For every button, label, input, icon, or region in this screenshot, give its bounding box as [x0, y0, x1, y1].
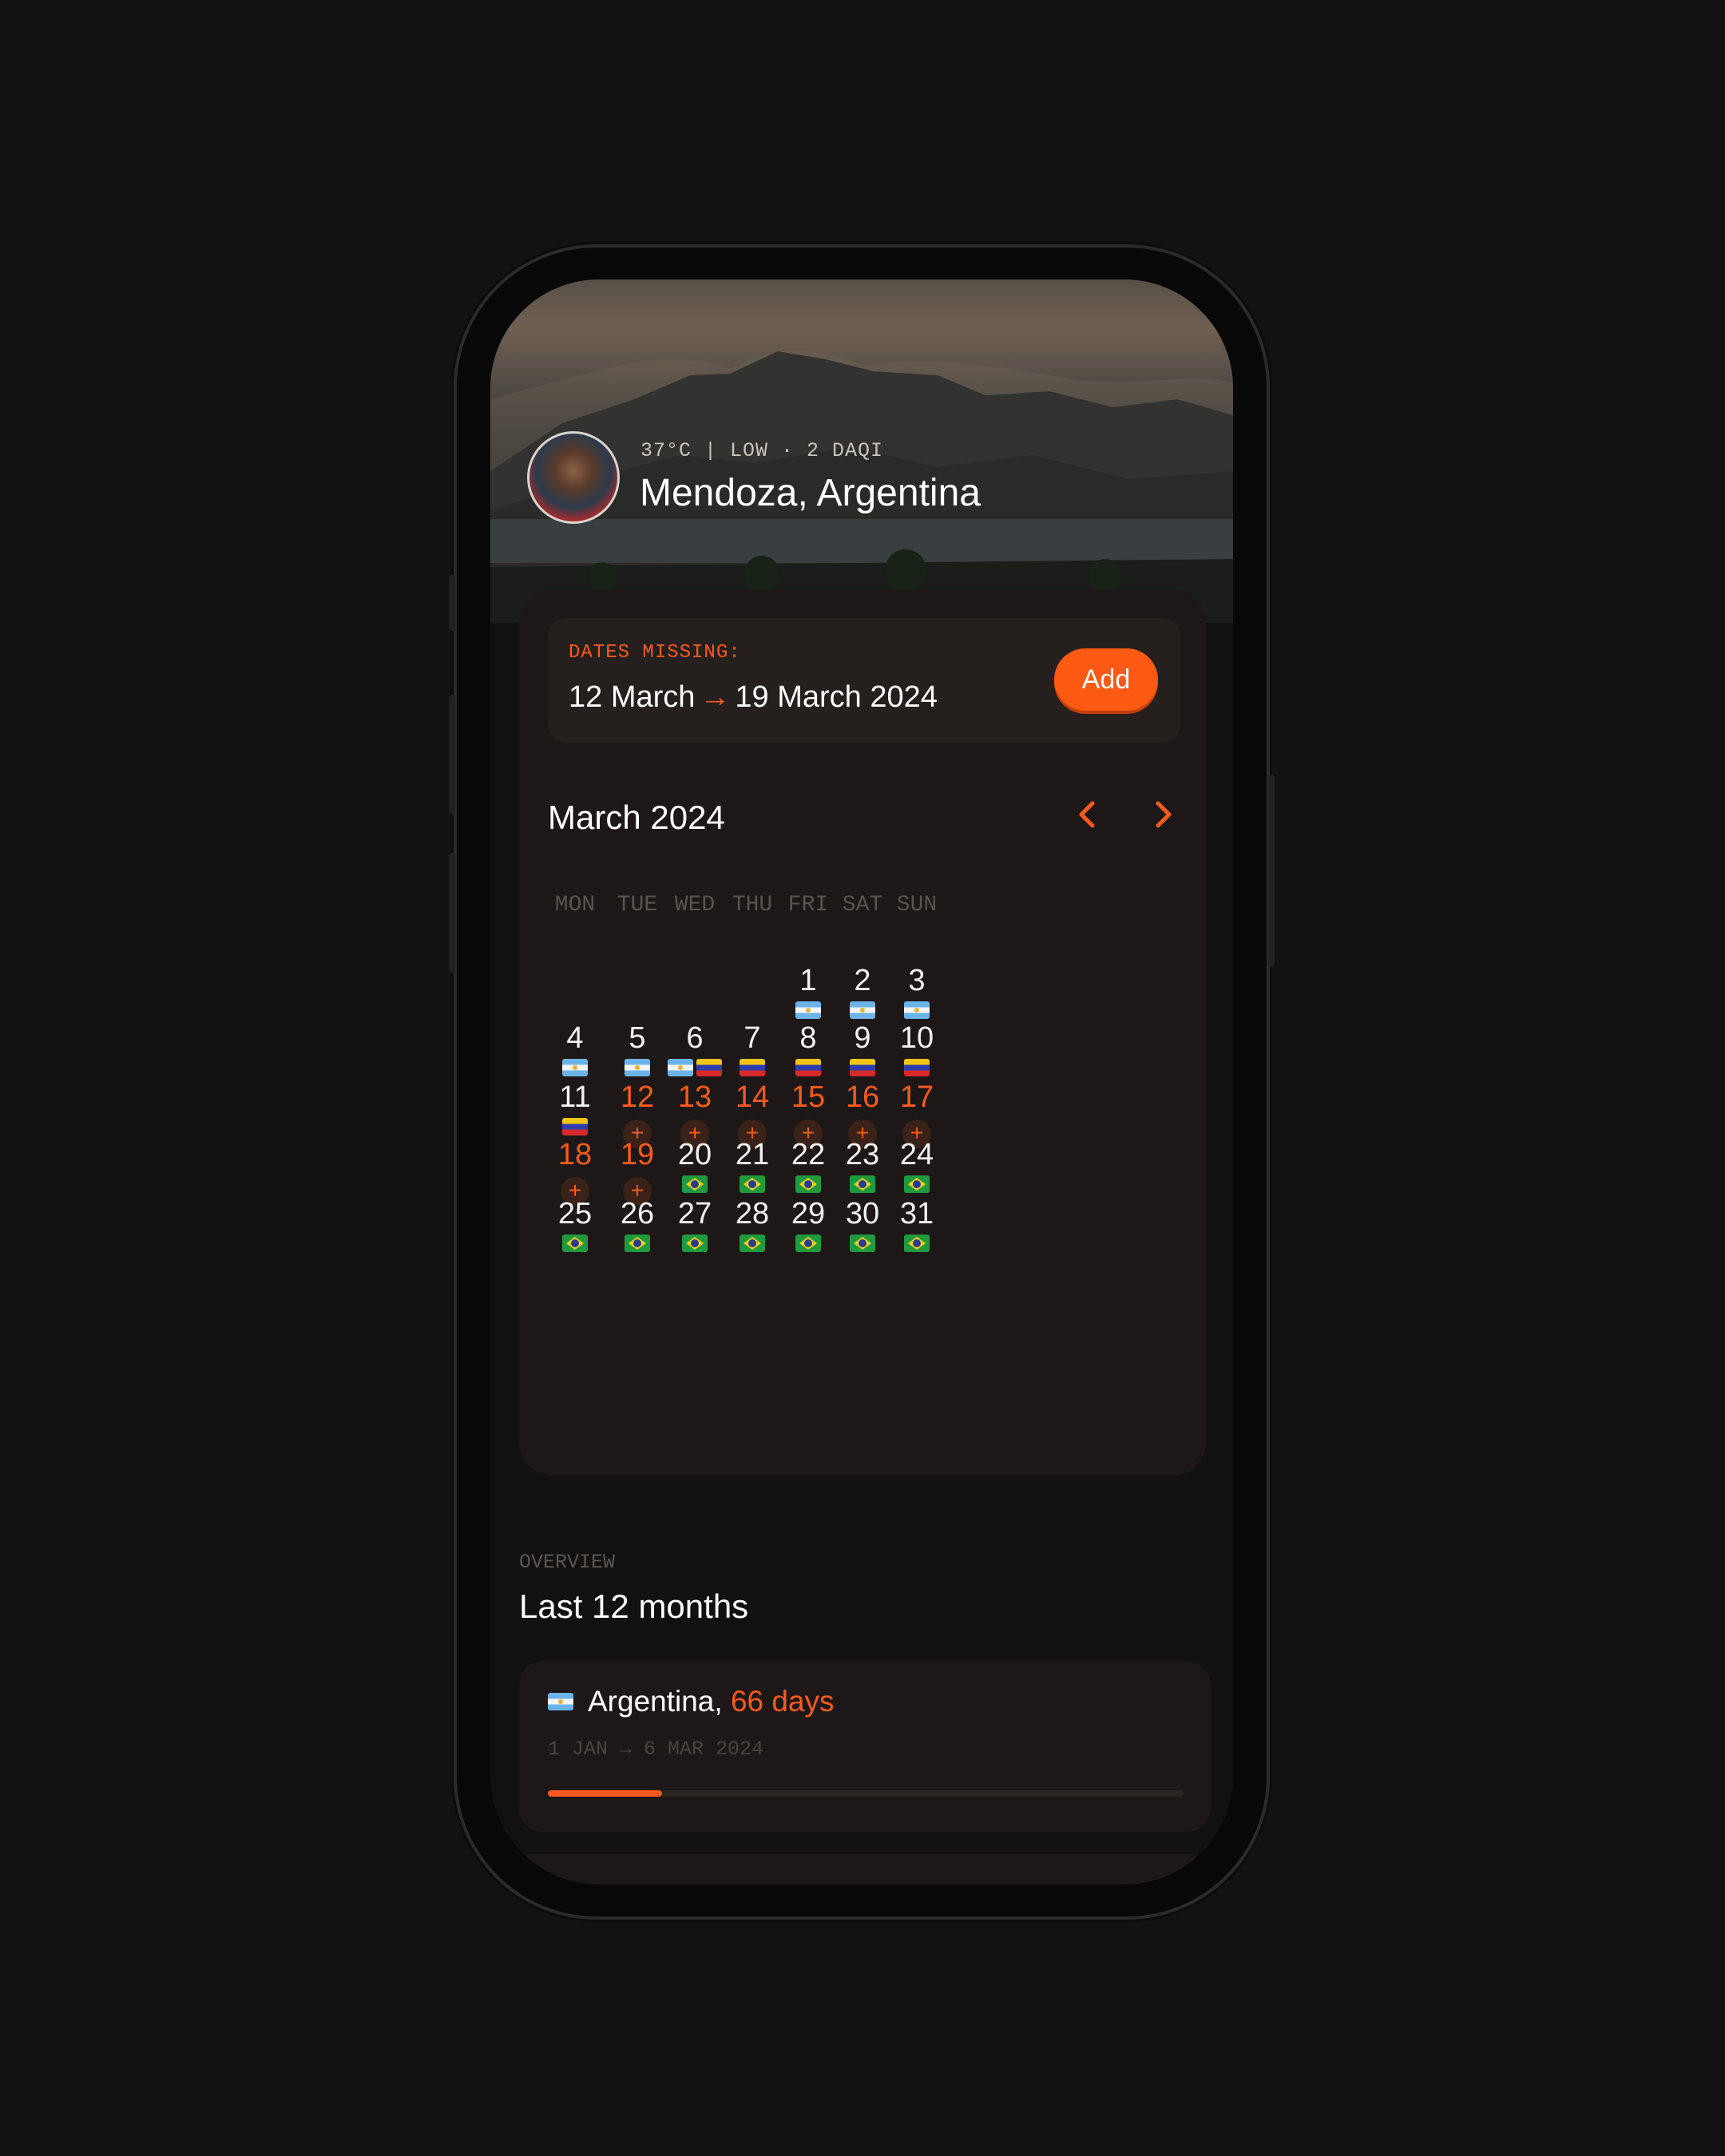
argentina-flag-icon: [668, 1059, 693, 1076]
venezuela-flag-icon: [795, 1059, 821, 1076]
venezuela-flag-icon: [904, 1059, 930, 1076]
brazil-flag-icon: [562, 1235, 588, 1252]
brazil-flag-icon: [795, 1235, 821, 1252]
arrow-right-icon: →: [700, 680, 731, 714]
calendar-day-24[interactable]: 24: [877, 1135, 957, 1193]
app-screen: 37°C | LOW · 2 DAQI Mendoza, Argentina D…: [490, 279, 1233, 1885]
missing-dates-label: DATES MISSING:: [569, 642, 741, 664]
phone-frame: 37°C | LOW · 2 DAQI Mendoza, Argentina D…: [449, 248, 1275, 1916]
overview-title: Last 12 months: [519, 1587, 749, 1625]
next-month-button[interactable]: [1139, 791, 1187, 838]
country-days: 66 days: [730, 1685, 835, 1718]
day-country-flags: [877, 1175, 957, 1193]
country-progress-fill: [548, 1790, 663, 1797]
brazil-flag-icon: [850, 1235, 875, 1252]
weekday-sun: SUN: [896, 893, 938, 917]
day-number: 17: [899, 1080, 934, 1114]
chevron-right-icon: [1156, 801, 1172, 828]
argentina-flag-icon: [904, 1001, 930, 1019]
next-country-card: [506, 1854, 1217, 1885]
argentina-flag-icon: [562, 1059, 588, 1076]
calendar-card: DATES MISSING: 12 March → 19 March 2024 Ad…: [519, 589, 1206, 1476]
day-number: 24: [899, 1138, 934, 1171]
day-country-flags: [877, 1001, 957, 1019]
venezuela-flag-icon: [740, 1059, 765, 1076]
missing-dates-range: 12 March → 19 March 2024: [569, 680, 938, 715]
overview-label: OVERVIEW: [519, 1551, 616, 1574]
user-avatar[interactable]: [527, 431, 620, 524]
venezuela-flag-icon: [562, 1118, 588, 1135]
missing-end-date: 19 March 2024: [735, 680, 938, 714]
brazil-flag-icon: [682, 1175, 708, 1193]
country-label: Argentina,: [588, 1685, 723, 1718]
country-summary-card[interactable]: Argentina, 66 days 1 JAN → 6 MAR 2024: [519, 1661, 1211, 1832]
brazil-flag-icon: [625, 1235, 650, 1252]
calendar-month-title: March 2024: [548, 799, 725, 836]
venezuela-flag-icon: [850, 1059, 875, 1076]
calendar-day-10[interactable]: 10: [877, 1019, 957, 1076]
volume-down-button: [449, 853, 455, 973]
brazil-flag-icon: [682, 1235, 708, 1252]
day-country-flags: [877, 1059, 957, 1076]
brazil-flag-icon: [850, 1175, 875, 1193]
argentina-flag-icon: [795, 1001, 821, 1019]
country-progress-bar: [548, 1790, 1184, 1797]
side-button: [449, 575, 455, 631]
brazil-flag-icon: [795, 1175, 821, 1193]
missing-start-date: 12 March: [569, 680, 696, 714]
day-country-flags: [877, 1235, 957, 1252]
brazil-flag-icon: [904, 1175, 930, 1193]
missing-dates-banner: DATES MISSING: 12 March → 19 March 2024 Ad…: [548, 618, 1180, 743]
brazil-flag-icon: [904, 1235, 930, 1252]
brazil-flag-icon: [740, 1175, 765, 1193]
chevron-left-icon: [1079, 801, 1095, 828]
location-hero: 37°C | LOW · 2 DAQI Mendoza, Argentina: [490, 279, 1233, 623]
country-name: Argentina, 66 days: [588, 1685, 835, 1718]
location-title: Mendoza, Argentina: [640, 472, 981, 514]
argentina-flag-icon: [625, 1059, 650, 1076]
day-number: 10: [899, 1021, 934, 1055]
calendar-day-3[interactable]: 3: [877, 961, 957, 1019]
add-dates-button[interactable]: Add: [1054, 648, 1158, 711]
argentina-flag-icon: [548, 1693, 573, 1710]
brazil-flag-icon: [740, 1235, 765, 1252]
calendar-day-31[interactable]: 31: [877, 1195, 957, 1252]
argentina-flag-icon: [850, 1001, 875, 1019]
day-number: 31: [899, 1197, 934, 1231]
weather-info: 37°C | LOW · 2 DAQI: [640, 439, 884, 462]
country-date-range: 1 JAN → 6 MAR 2024: [548, 1738, 764, 1761]
day-number: 3: [908, 964, 926, 997]
volume-up-button: [449, 695, 455, 814]
previous-month-button[interactable]: [1064, 791, 1112, 838]
power-button: [1268, 775, 1275, 966]
